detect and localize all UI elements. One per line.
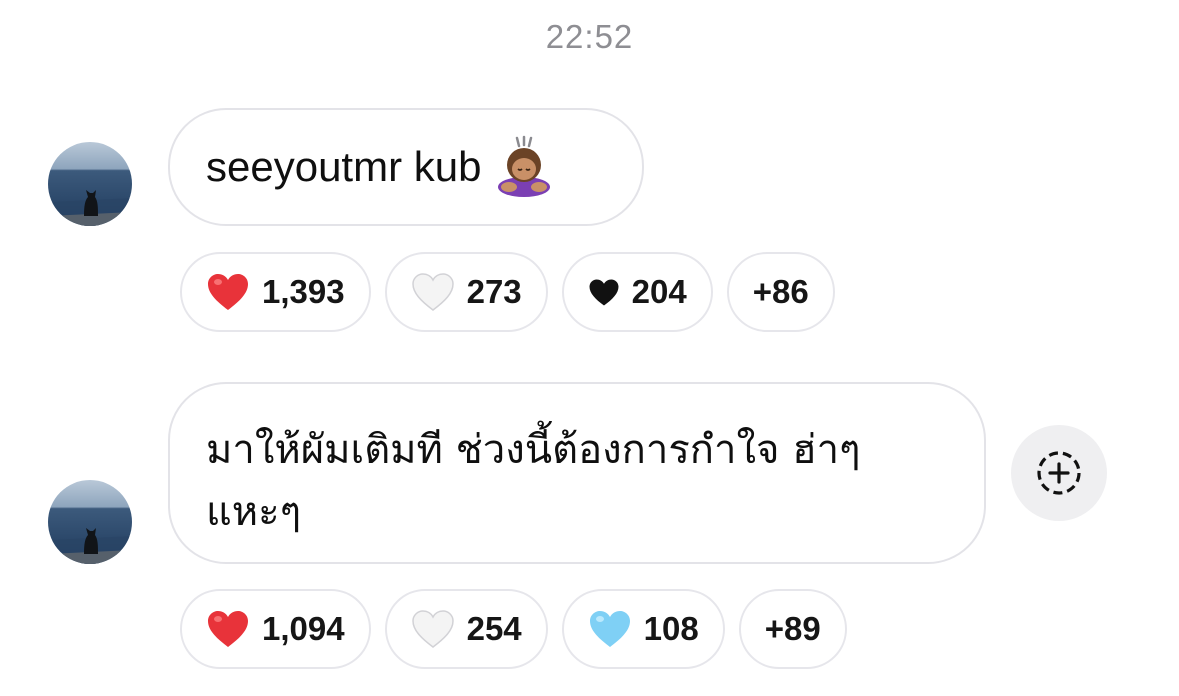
- cat-by-sea-avatar-image: [48, 142, 132, 226]
- white-heart-icon: [411, 273, 454, 311]
- black-heart-icon: [589, 278, 619, 306]
- sender-avatar[interactable]: [48, 480, 132, 564]
- message-bubble[interactable]: มาให้ผัมเติมที ช่วงนี้ต้องการกำใจ ฮ่าๆ แ…: [168, 382, 986, 564]
- blue-heart-icon: [589, 611, 630, 647]
- cat-by-sea-avatar-image: [48, 480, 132, 564]
- reaction-count: 1,094: [262, 610, 345, 647]
- reaction-pill-blue-heart[interactable]: 108: [561, 589, 725, 669]
- reaction-pill-red-heart[interactable]: 1,393: [180, 252, 371, 332]
- message-text: มาให้ผัมเติมที ช่วงนี้ต้องการกำใจ ฮ่าๆ แ…: [206, 427, 861, 535]
- reaction-pill-white-heart[interactable]: 273: [384, 252, 548, 332]
- message-timestamp: 22:52: [545, 18, 634, 55]
- sender-avatar[interactable]: [48, 142, 132, 226]
- reaction-count: 204: [631, 273, 687, 310]
- person-bowing-emoji: [493, 135, 555, 197]
- message-bubble[interactable]: seeyoutmr kub: [168, 108, 644, 226]
- reaction-pill-red-heart[interactable]: 1,094: [180, 589, 371, 669]
- red-heart-icon: [208, 274, 248, 310]
- more-reactions-pill[interactable]: +89: [738, 589, 847, 669]
- reaction-bar: 1,393 273 204 +86: [180, 252, 835, 332]
- reaction-pill-black-heart[interactable]: 204: [561, 252, 713, 332]
- red-heart-icon: [208, 611, 248, 647]
- reaction-bar: 1,094 254 108 +89: [180, 589, 847, 669]
- more-reactions-pill[interactable]: +86: [726, 252, 835, 332]
- add-reaction-button[interactable]: [1011, 425, 1107, 521]
- reaction-count: 273: [466, 273, 522, 310]
- message-text: seeyoutmr kub: [206, 143, 482, 190]
- add-reaction-icon: [1037, 451, 1081, 495]
- white-heart-icon: [411, 610, 454, 648]
- reaction-count: 254: [466, 610, 522, 647]
- reaction-count: 108: [643, 610, 699, 647]
- more-reactions-count: +86: [752, 273, 809, 310]
- more-reactions-count: +89: [764, 610, 821, 647]
- reaction-pill-white-heart[interactable]: 254: [384, 589, 548, 669]
- reaction-count: 1,393: [262, 273, 345, 310]
